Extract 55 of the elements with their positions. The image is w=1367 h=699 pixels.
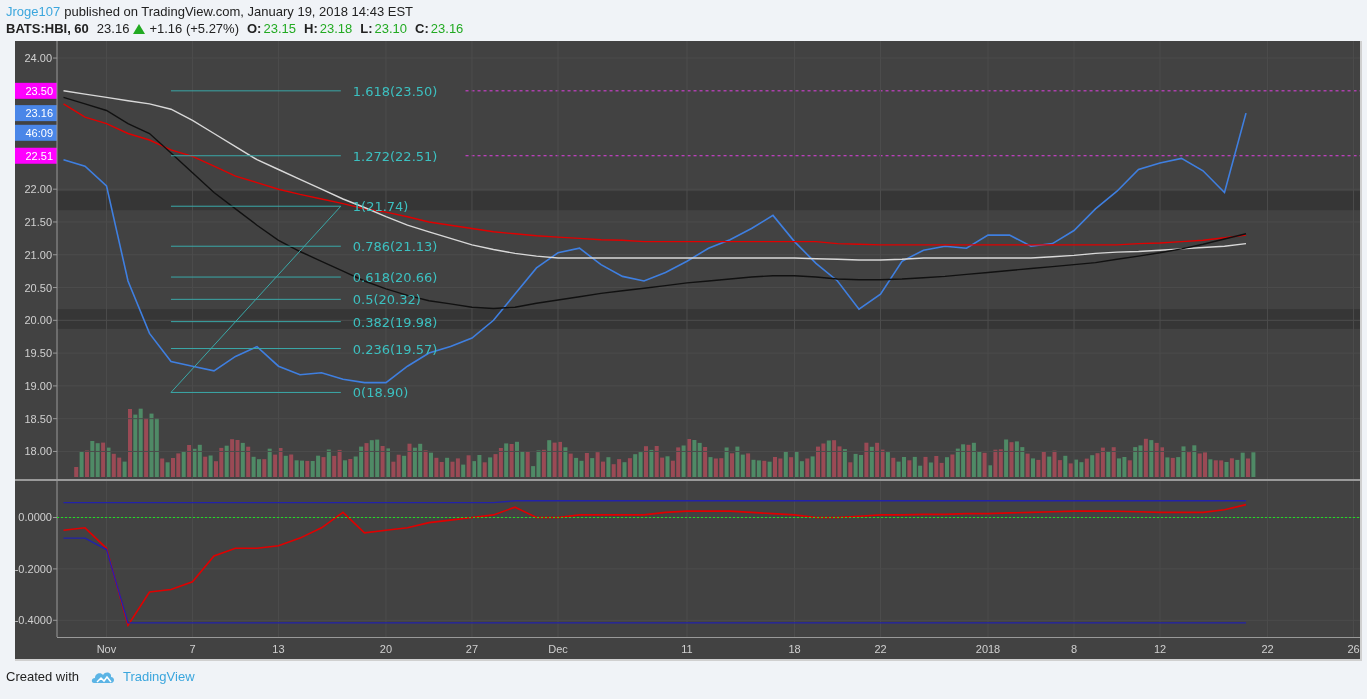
fib-label: 0.786(21.13) [352, 239, 438, 255]
value-axis-label: 18.50 [24, 412, 52, 425]
value-axis-label: 18.00 [24, 445, 52, 458]
value-axis-label: 22.00 [24, 183, 52, 196]
ohlc-value: 23.10 [374, 20, 408, 37]
tradingview-link[interactable]: TradingView [123, 669, 195, 684]
ohlc-label: C: [415, 20, 429, 37]
ohlc-value: 23.16 [430, 20, 464, 37]
fib-label: 0.382(19.98) [352, 314, 438, 330]
ohlc-label: O: [247, 20, 262, 37]
value-axis-label: 21.00 [24, 248, 52, 261]
price-tag: 23.50 [15, 82, 57, 99]
ohlc-label: L: [360, 20, 373, 37]
value-axis-label: 21.50 [24, 215, 52, 228]
value-axis-label: 20.00 [24, 314, 52, 327]
date-axis-label: 2018 [975, 643, 1001, 655]
date-axis-label: 8 [1070, 643, 1078, 655]
value-axis-label: 19.50 [24, 347, 52, 360]
ohlc-label: H: [304, 20, 318, 37]
up-triangle-icon [133, 23, 146, 34]
date-axis-label: Nov [96, 643, 117, 655]
value-axis-label: 20.50 [24, 281, 52, 294]
author-link[interactable]: Jroge107 [6, 3, 61, 20]
fib-label: 0.5(20.32) [352, 292, 421, 308]
price-tag: 46:09 [15, 124, 57, 141]
value-axis-label: 24.00 [24, 52, 52, 65]
date-axis-label: 27 [465, 643, 479, 655]
fib-label: 0.236(19.57) [352, 341, 438, 357]
price-tag: 22.51 [15, 147, 57, 164]
ohlc-value: 23.15 [263, 20, 296, 37]
fib-label: 0.618(20.66) [352, 270, 438, 286]
fib-label: 0(18.90) [352, 385, 409, 401]
date-axis-label: 11 [681, 643, 693, 655]
price-change: +1.16 (+5.27%) [149, 20, 239, 37]
value-axis-label: -0.2000 [15, 562, 52, 575]
fib-label: 1.272(22.51) [352, 148, 438, 164]
value-axis-label: 19.00 [24, 379, 52, 392]
date-axis-label: 12 [1153, 643, 1167, 655]
value-axis-label: -0.4000 [15, 614, 52, 627]
date-axis-label: Dec [548, 643, 568, 655]
created-with-text: Created with [6, 669, 79, 684]
last-price: 23.16 [96, 20, 130, 37]
fib-label: 1.618(23.50) [352, 83, 438, 99]
date-axis-label: 7 [189, 643, 196, 655]
symbol-label: BATS:HBI, 60 [6, 20, 89, 37]
date-axis-label: 20 [379, 643, 393, 655]
publish-info: published on TradingView.com, January 19, 2018 14:43 EST [64, 3, 414, 20]
date-axis-label: 22 [1261, 643, 1274, 655]
ohlc-value: 23.18 [319, 20, 353, 37]
date-axis-label: 18 [788, 643, 801, 655]
date-axis-label: 13 [272, 643, 285, 655]
value-axis-label: 0.0000 [18, 511, 52, 524]
price-tag: 23.16 [15, 105, 57, 122]
date-axis-label: 26 [1347, 643, 1360, 655]
date-axis-label: 22 [874, 643, 887, 655]
